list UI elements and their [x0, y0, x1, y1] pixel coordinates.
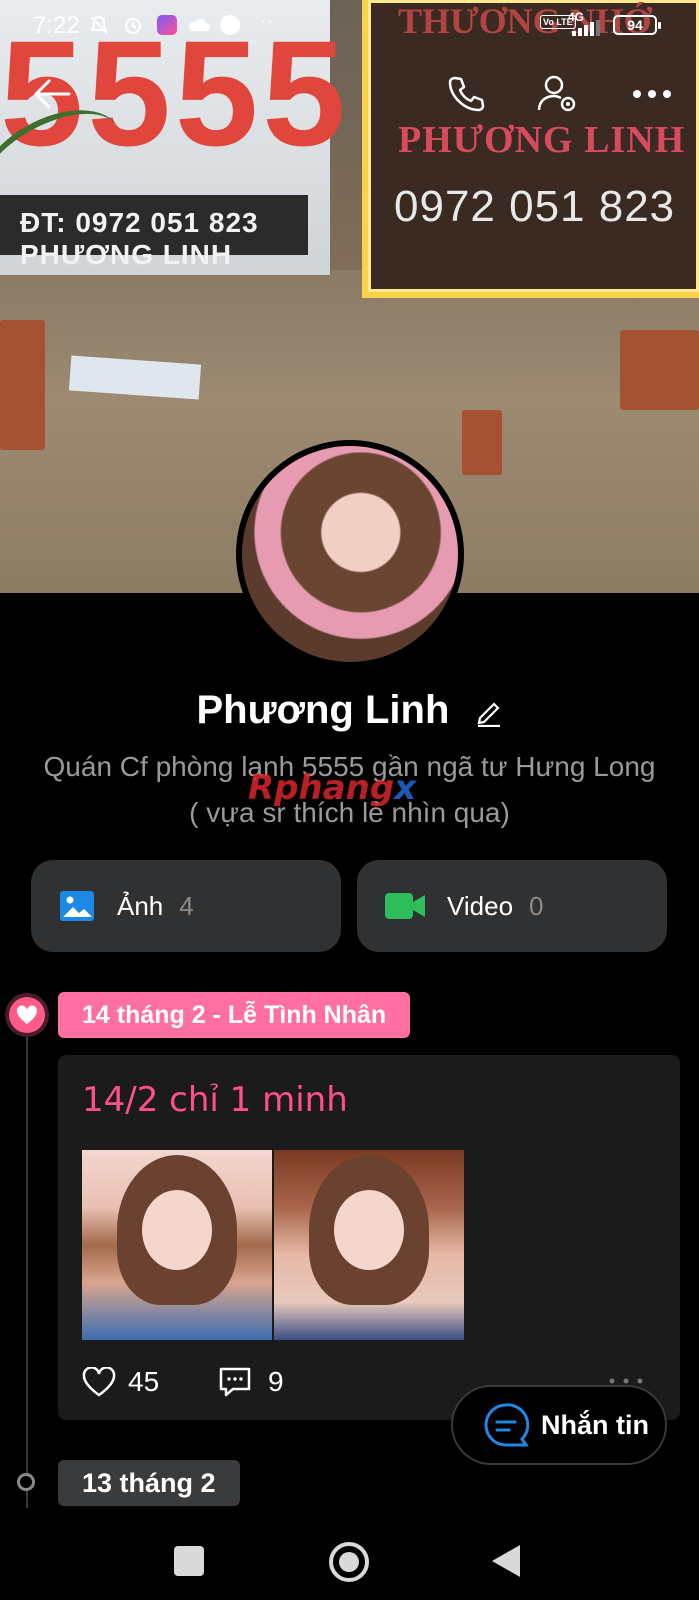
comment-count: 9 [268, 1366, 284, 1397]
back-button[interactable] [28, 70, 76, 118]
timeline-date-marker [17, 1473, 35, 1491]
videos-tile[interactable]: Video 0 [357, 860, 667, 952]
heart-icon [16, 1005, 38, 1024]
post-photo-1[interactable] [82, 1150, 272, 1340]
profile-name-row: Phương Linh [0, 688, 699, 733]
brick-pile [0, 320, 45, 450]
app-notification-icon [157, 15, 177, 35]
more-notifications-icon: ·· [260, 10, 274, 32]
profile-avatar[interactable] [236, 440, 464, 668]
avatar-photo [242, 446, 458, 662]
post-title: 14/2 chỉ 1 minh [82, 1080, 348, 1120]
chat-bubble-icon [484, 1403, 529, 1447]
alarm-icon [125, 18, 141, 34]
send-message-label: Nhắn tin [541, 1409, 649, 1440]
bell-off-icon [90, 15, 108, 34]
like-button[interactable]: 45 [82, 1362, 159, 1402]
sign-phone: 0972 051 823 [394, 182, 676, 231]
watermark-blue: x [394, 768, 417, 808]
heart-outline-icon [82, 1367, 116, 1397]
like-count: 45 [128, 1366, 160, 1397]
sign-name: PHƯƠNG LINH [398, 119, 686, 161]
status-bar: 7:22 ·· Vo LTE 4G 94 [0, 0, 699, 50]
comment-button[interactable]: 9 [218, 1362, 284, 1402]
videos-label: Video [447, 890, 514, 921]
arrow-left-icon [34, 79, 71, 109]
brick-pile [620, 330, 699, 410]
photos-tile[interactable]: Ảnh 4 [31, 860, 341, 952]
video-camera-icon [385, 893, 425, 919]
messenger-notification-icon [220, 15, 240, 35]
phone-icon [448, 76, 485, 112]
photos-label: Ảnh [117, 890, 164, 921]
more-horizontal-icon [633, 90, 671, 98]
cloud-icon [188, 18, 210, 31]
watermark-red: Rphang [248, 768, 395, 808]
post-more-icon[interactable] [609, 1378, 643, 1384]
timeline-heart-marker [5, 993, 49, 1037]
profile-settings-button[interactable] [534, 70, 582, 118]
photos-count: 4 [179, 890, 194, 921]
event-tag: 14 tháng 2 - Lễ Tình Nhân [58, 992, 411, 1038]
user-settings-icon [537, 75, 576, 112]
system-nav-bar [0, 1510, 699, 1600]
videos-count: 0 [529, 890, 544, 921]
image-icon [60, 891, 94, 921]
call-button[interactable] [442, 70, 490, 118]
edit-pencil-icon[interactable] [475, 697, 503, 728]
back-triangle-icon[interactable] [490, 1544, 522, 1578]
brick [462, 410, 502, 475]
more-options-button[interactable] [628, 70, 676, 118]
home-circle-icon[interactable] [329, 1542, 369, 1582]
status-time: 7:22 [33, 12, 80, 39]
sign-strip-text: ĐT: 0972 051 823 PHƯƠNG LINH [20, 207, 259, 270]
battery-indicator: 94 [613, 15, 661, 35]
date-tag: 13 tháng 2 [58, 1460, 240, 1506]
post-photo-2[interactable] [274, 1150, 464, 1340]
signal-icon [572, 20, 600, 36]
send-message-button[interactable]: Nhắn tin [451, 1385, 667, 1465]
profile-name: Phương Linh [196, 688, 450, 732]
watermark: Rphangx [248, 768, 416, 808]
recents-square-icon[interactable] [174, 1546, 204, 1576]
comment-icon [219, 1367, 251, 1397]
timeline-line [26, 1020, 28, 1508]
